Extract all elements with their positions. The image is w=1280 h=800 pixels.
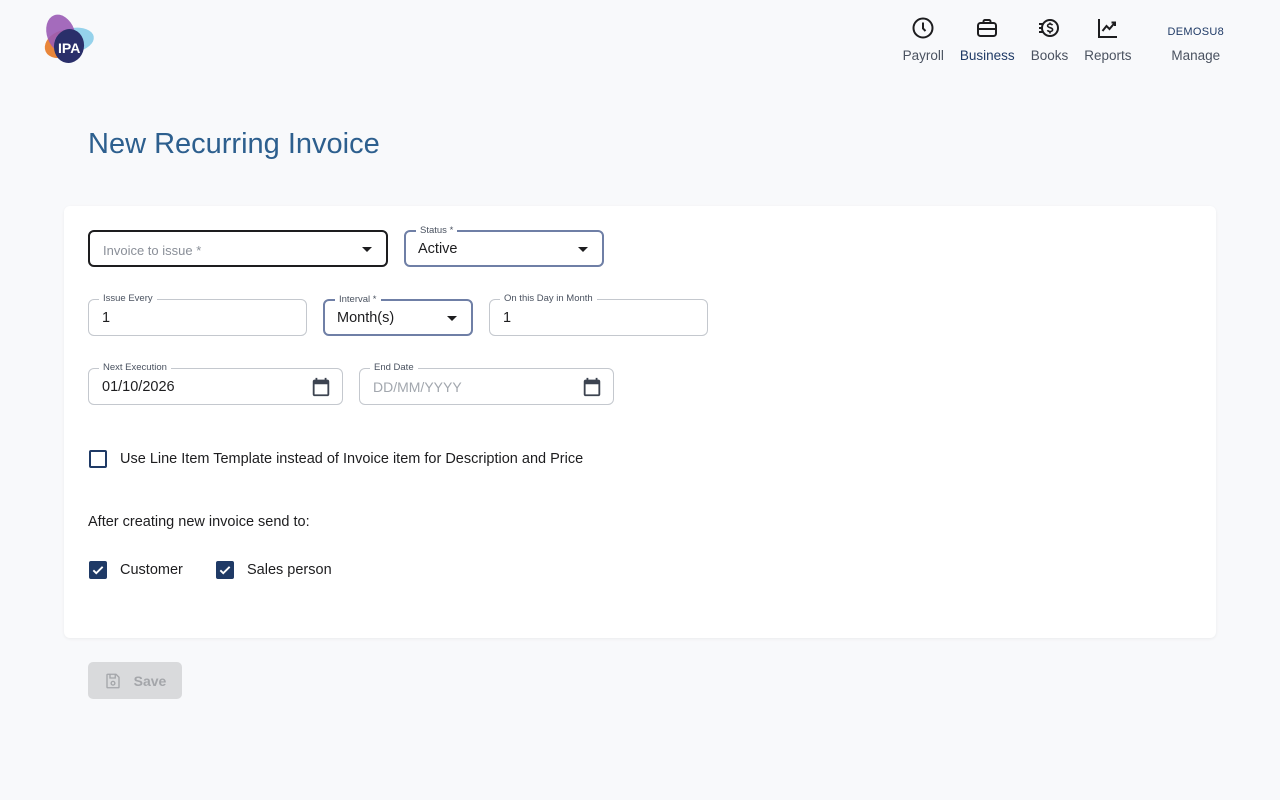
briefcase-icon [975,14,999,42]
nav-books[interactable]: Books [1030,14,1069,63]
status-value: Active [418,241,458,257]
user-name: DEMOSU8 [1167,26,1224,38]
end-date-label: End Date [370,362,418,374]
trending-chart-icon [1096,14,1120,42]
save-button-label: Save [133,672,167,689]
issue-every-label: Issue Every [99,293,157,305]
calendar-icon[interactable] [581,376,603,398]
checkmark-icon [92,566,104,575]
sales-person-label: Sales person [247,562,332,578]
next-execution-value: 01/10/2026 [102,379,175,395]
nav-manage-label: Manage [1171,48,1221,63]
status-label: Status * [416,225,458,237]
line-item-template-label: Use Line Item Template instead of Invoic… [120,451,584,467]
nav-reports-label: Reports [1084,48,1132,63]
logo-text: IPA [58,40,80,56]
interval-select[interactable]: Interval * Month(s) [323,294,473,336]
save-button[interactable]: Save [88,662,182,699]
on-this-day-input[interactable]: On this Day in Month 1 [489,293,708,336]
top-navigation: Payroll Business Books Reports DEMOSU8 M… [887,14,1224,63]
chevron-down-icon [447,316,457,321]
invoice-to-issue-select[interactable]: Invoice to issue * [88,230,388,267]
send-to-sales-person-option[interactable]: Sales person [216,561,332,579]
interval-label: Interval * [335,294,381,306]
invoice-to-issue-placeholder: Invoice to issue * [103,243,202,258]
dollar-coin-icon [1037,14,1061,42]
end-date-placeholder: DD/MM/YYYY [373,379,462,395]
issue-every-value: 1 [102,310,111,326]
checkmark-icon [219,566,231,575]
customer-label: Customer [120,562,183,578]
clock-icon [911,14,935,42]
customer-checkbox[interactable] [89,561,107,579]
next-execution-date-input[interactable]: Next Execution 01/10/2026 [88,362,343,405]
chevron-down-icon [578,247,588,252]
next-execution-label: Next Execution [99,362,171,374]
chevron-down-icon [362,247,372,252]
issue-every-input[interactable]: Issue Every 1 [88,293,307,336]
status-select[interactable]: Status * Active [404,225,604,267]
calendar-icon[interactable] [310,376,332,398]
ipa-logo[interactable]: IPA [36,10,96,66]
interval-value: Month(s) [337,310,395,326]
nav-payroll-label: Payroll [902,48,944,63]
nav-books-label: Books [1030,48,1069,63]
send-to-heading: After creating new invoice send to: [88,514,310,530]
nav-payroll[interactable]: Payroll [903,14,944,63]
nav-manage[interactable]: DEMOSU8 Manage [1168,14,1225,63]
nav-reports[interactable]: Reports [1084,14,1132,63]
nav-business[interactable]: Business [960,14,1015,63]
send-to-customer-option[interactable]: Customer [89,561,183,579]
line-item-template-checkbox[interactable] [89,450,107,468]
line-item-template-option[interactable]: Use Line Item Template instead of Invoic… [89,450,583,468]
on-this-day-label: On this Day in Month [500,293,597,305]
nav-business-label: Business [959,48,1015,63]
save-disk-icon [105,673,120,688]
end-date-input[interactable]: End Date DD/MM/YYYY [359,362,614,405]
on-this-day-value: 1 [503,310,512,326]
sales-person-checkbox[interactable] [216,561,234,579]
page-title: New Recurring Invoice [88,128,380,160]
